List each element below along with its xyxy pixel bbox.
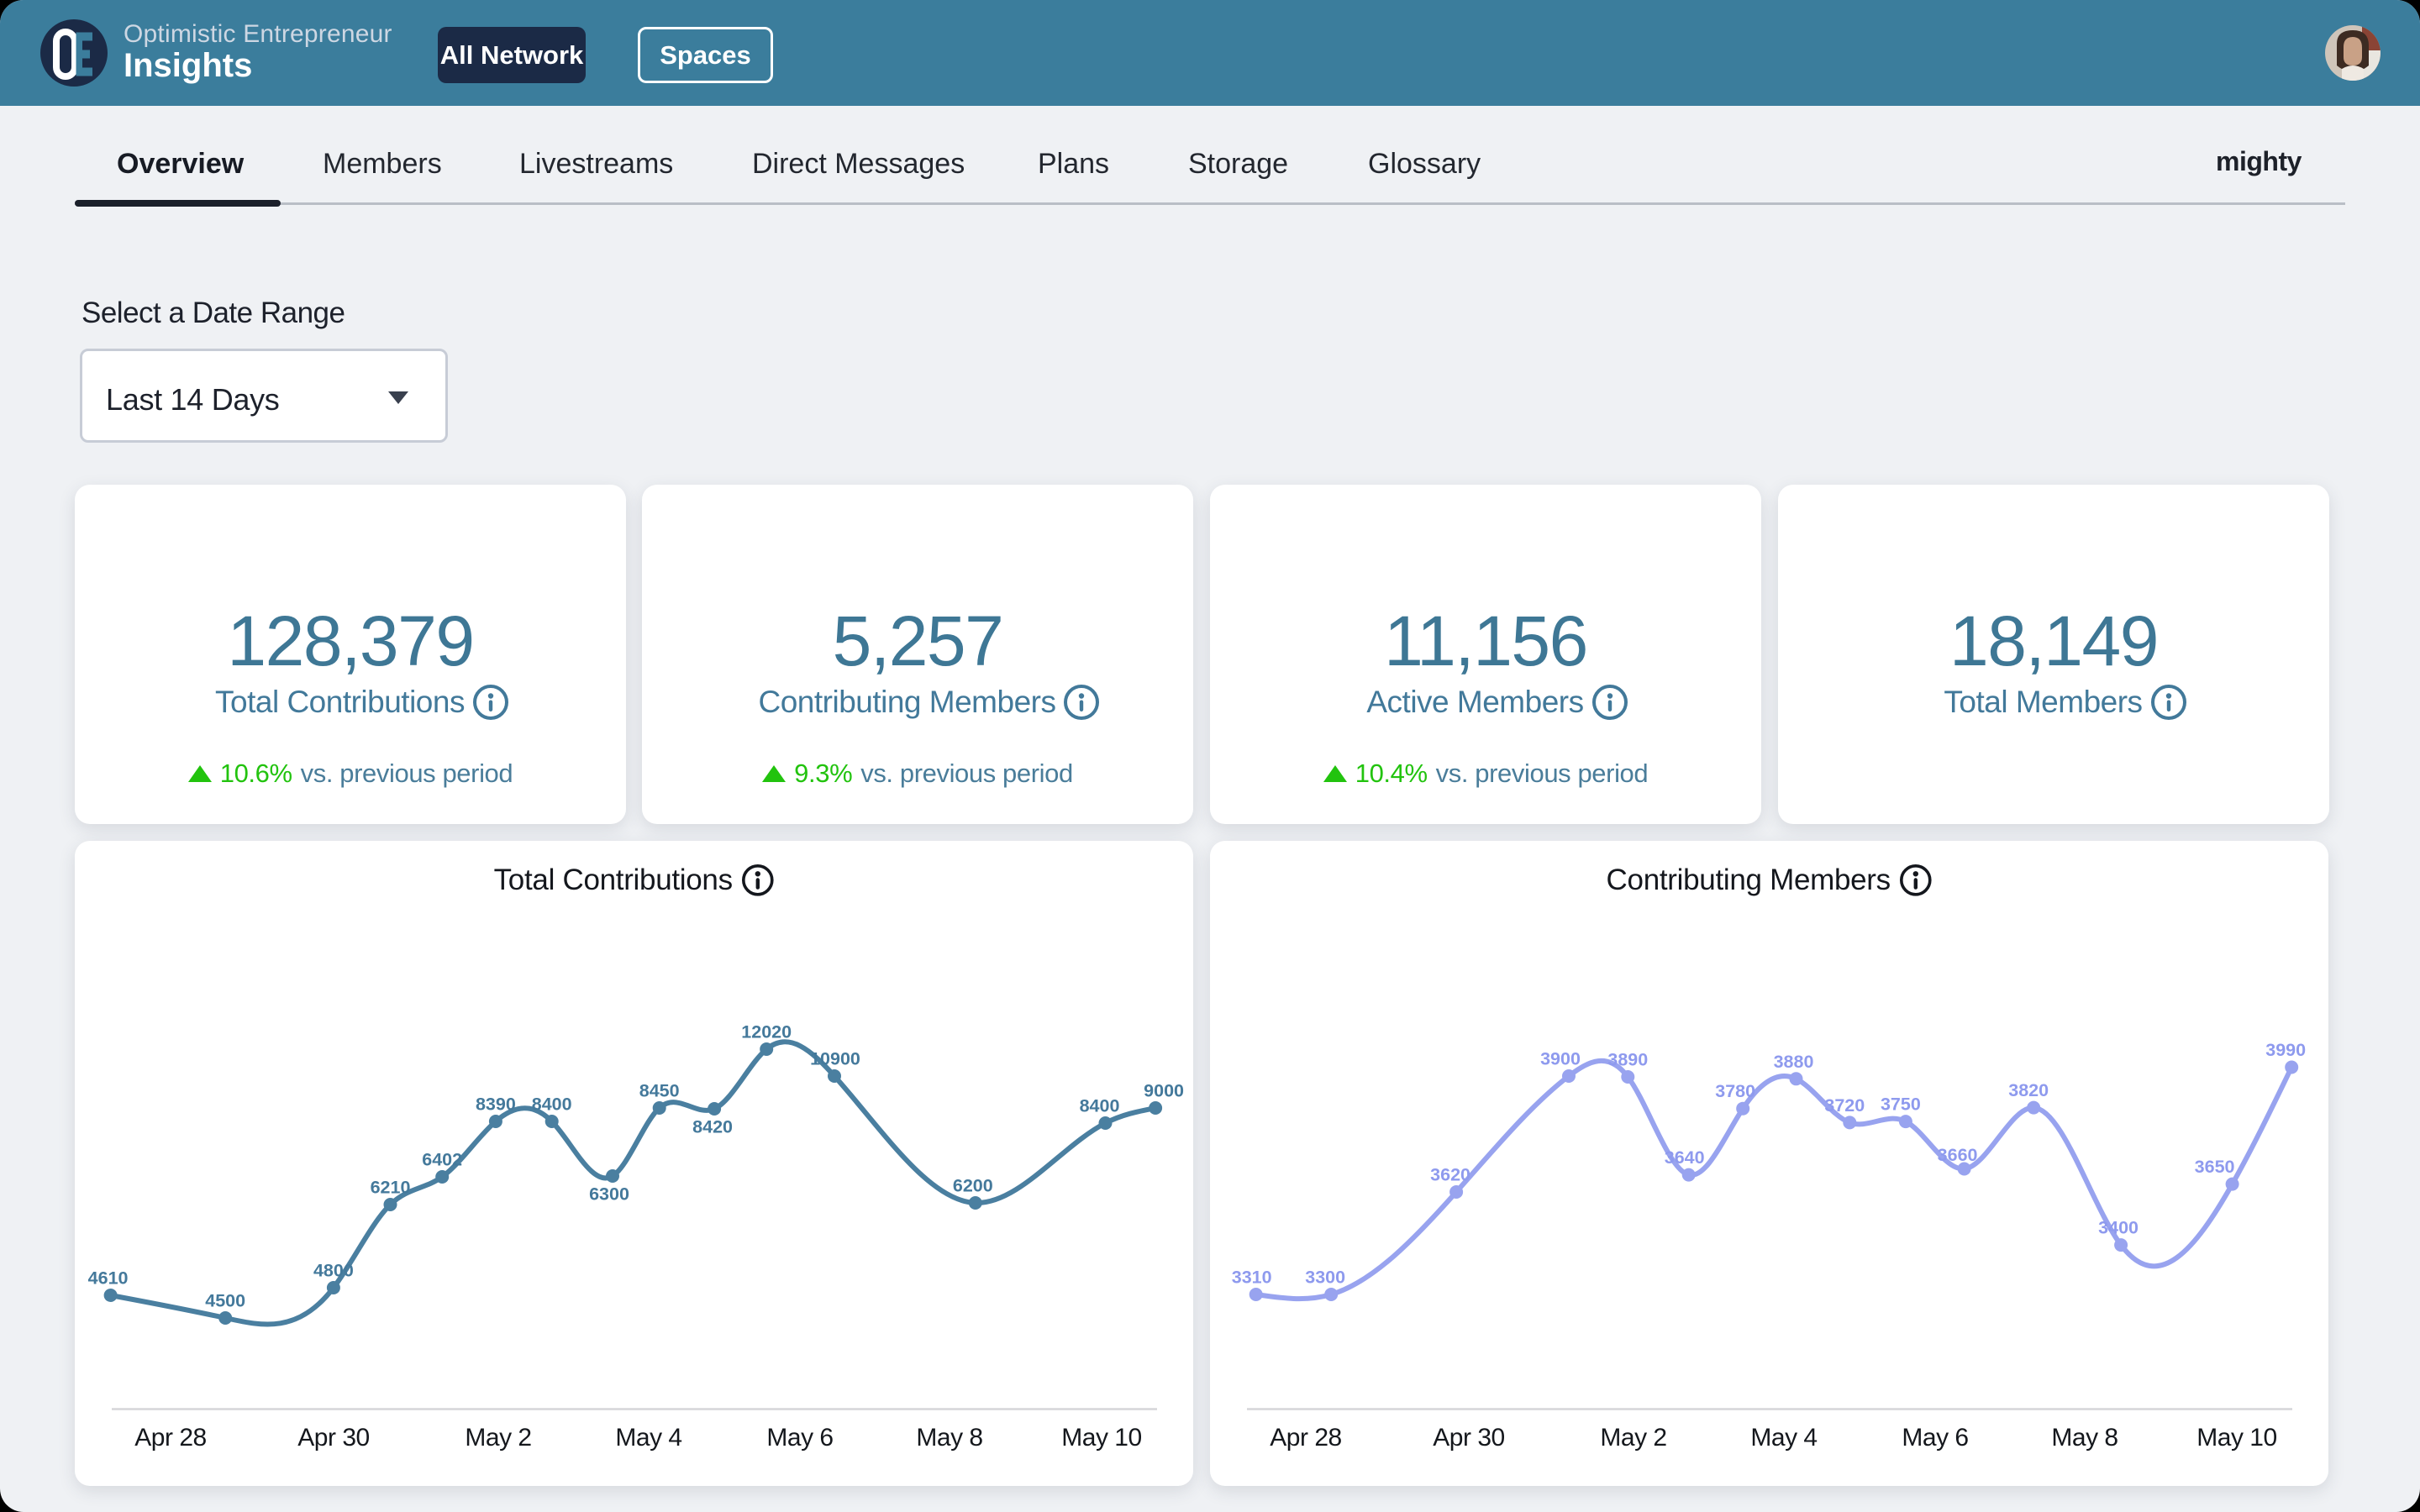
svg-text:4500: 4500: [205, 1291, 245, 1311]
svg-text:3900: 3900: [1540, 1049, 1581, 1069]
svg-text:6402: 6402: [422, 1150, 462, 1170]
svg-text:8390: 8390: [476, 1095, 516, 1115]
svg-text:May 2: May 2: [465, 1424, 531, 1452]
svg-text:6300: 6300: [589, 1184, 629, 1205]
svg-text:May 6: May 6: [1902, 1424, 1968, 1452]
svg-text:3650: 3650: [2195, 1157, 2235, 1177]
svg-text:8400: 8400: [532, 1095, 572, 1115]
svg-text:6210: 6210: [371, 1178, 411, 1198]
svg-text:May 4: May 4: [1750, 1424, 1817, 1452]
svg-text:Apr 30: Apr 30: [1433, 1424, 1504, 1452]
svg-text:3880: 3880: [1774, 1052, 1814, 1072]
svg-text:4800: 4800: [313, 1261, 354, 1281]
svg-text:3310: 3310: [1232, 1268, 1272, 1288]
svg-text:3300: 3300: [1305, 1268, 1345, 1288]
svg-text:Apr 30: Apr 30: [297, 1424, 369, 1452]
svg-text:8400: 8400: [1080, 1096, 1120, 1116]
svg-text:9000: 9000: [1144, 1081, 1184, 1101]
svg-text:10900: 10900: [810, 1049, 860, 1069]
svg-text:May 10: May 10: [1061, 1424, 1141, 1452]
svg-text:May 8: May 8: [2051, 1424, 2118, 1452]
svg-text:May 2: May 2: [1600, 1424, 1666, 1452]
svg-text:3620: 3620: [1430, 1165, 1470, 1185]
svg-text:8420: 8420: [692, 1117, 733, 1137]
svg-text:3400: 3400: [2098, 1218, 2139, 1238]
svg-text:3780: 3780: [1715, 1081, 1755, 1101]
svg-text:May 10: May 10: [2196, 1424, 2276, 1452]
svg-text:12020: 12020: [741, 1022, 792, 1042]
svg-text:3990: 3990: [2265, 1040, 2306, 1060]
svg-text:4610: 4610: [88, 1268, 129, 1289]
svg-text:6200: 6200: [953, 1176, 993, 1196]
svg-text:3720: 3720: [1824, 1095, 1865, 1116]
svg-text:3660: 3660: [1938, 1145, 1978, 1165]
svg-text:May 6: May 6: [766, 1424, 833, 1452]
svg-text:3750: 3750: [1881, 1095, 1921, 1115]
svg-text:3820: 3820: [2008, 1080, 2049, 1100]
svg-text:3640: 3640: [1665, 1147, 1705, 1168]
svg-text:8450: 8450: [639, 1081, 680, 1101]
svg-text:Apr 28: Apr 28: [134, 1424, 206, 1452]
svg-text:May 4: May 4: [615, 1424, 681, 1452]
svg-text:Apr 28: Apr 28: [1270, 1424, 1341, 1452]
svg-text:May 8: May 8: [916, 1424, 982, 1452]
svg-text:3890: 3890: [1607, 1050, 1648, 1070]
